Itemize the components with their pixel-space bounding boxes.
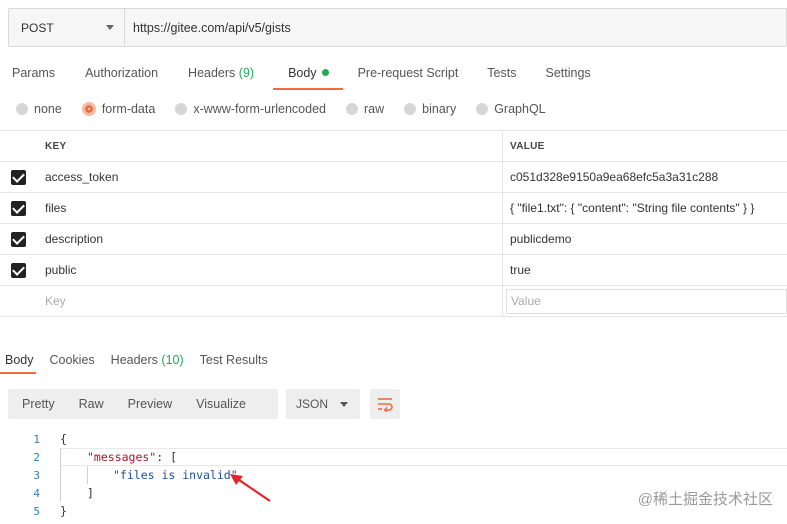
chevron-down-icon bbox=[106, 25, 114, 30]
table-row-empty: Key Value bbox=[0, 286, 787, 317]
tab-params[interactable]: Params bbox=[12, 58, 55, 90]
watermark: @稀土掘金技术社区 bbox=[637, 491, 773, 508]
format-label: JSON bbox=[296, 397, 329, 411]
new-key-input[interactable]: Key bbox=[37, 286, 503, 316]
table-header: KEY VALUE bbox=[0, 131, 787, 162]
method-label: POST bbox=[21, 20, 54, 35]
tab-response-headers[interactable]: Headers (10) bbox=[111, 353, 184, 374]
row-checkbox[interactable] bbox=[11, 169, 26, 185]
table-row: files { "file1.txt": { "content": "Strin… bbox=[0, 193, 787, 224]
param-key[interactable]: access_token bbox=[37, 162, 503, 192]
tab-tests[interactable]: Tests bbox=[487, 58, 516, 90]
tab-cookies[interactable]: Cookies bbox=[50, 353, 95, 374]
column-header-value: VALUE bbox=[510, 140, 545, 152]
tab-headers[interactable]: Headers (9) bbox=[188, 58, 254, 90]
param-value[interactable]: publicdemo bbox=[503, 224, 787, 254]
view-visualize-button[interactable]: Visualize bbox=[182, 397, 246, 411]
radio-binary[interactable]: binary bbox=[404, 102, 456, 116]
line-number: 2 bbox=[33, 450, 40, 464]
tab-settings[interactable]: Settings bbox=[545, 58, 590, 90]
status-dot-icon bbox=[321, 69, 329, 77]
row-checkbox[interactable] bbox=[11, 262, 26, 278]
row-checkbox[interactable] bbox=[11, 231, 26, 247]
request-tabs: Params Authorization Headers (9) Body Pr… bbox=[0, 58, 591, 90]
url-input[interactable]: https://gitee.com/api/v5/gists bbox=[125, 9, 786, 46]
tab-authorization[interactable]: Authorization bbox=[85, 58, 158, 90]
request-bar: POST https://gitee.com/api/v5/gists bbox=[8, 8, 787, 47]
radio-icon bbox=[404, 103, 417, 115]
indent-guide bbox=[60, 448, 61, 502]
tab-test-results[interactable]: Test Results bbox=[200, 353, 268, 374]
response-tabs: Body Cookies Headers (10) Test Results bbox=[0, 353, 284, 374]
radio-icon bbox=[175, 103, 188, 115]
tab-body[interactable]: Body bbox=[273, 58, 342, 90]
table-row: public true bbox=[0, 255, 787, 286]
response-view-toolbar: Pretty Raw Preview Visualize bbox=[8, 389, 278, 419]
param-key[interactable]: description bbox=[37, 224, 503, 254]
view-preview-button[interactable]: Preview bbox=[114, 397, 172, 411]
tab-response-body[interactable]: Body bbox=[0, 353, 35, 374]
radio-raw[interactable]: raw bbox=[346, 102, 384, 116]
method-select[interactable]: POST bbox=[9, 9, 125, 46]
wrap-lines-icon bbox=[378, 398, 393, 412]
json-string: "files is invalid" bbox=[113, 468, 238, 482]
chevron-down-icon bbox=[340, 401, 348, 407]
radio-icon bbox=[476, 103, 489, 115]
radio-form-data[interactable]: form-data bbox=[81, 102, 155, 116]
view-pretty-button[interactable]: Pretty bbox=[8, 397, 55, 411]
wrap-lines-button[interactable] bbox=[370, 389, 400, 419]
form-data-table: KEY VALUE access_token c051d328e9150a9ea… bbox=[0, 130, 787, 317]
param-key[interactable]: public bbox=[37, 255, 503, 285]
view-raw-button[interactable]: Raw bbox=[65, 397, 104, 411]
format-select[interactable]: JSON bbox=[286, 389, 360, 419]
line-number: 3 bbox=[33, 468, 40, 482]
param-value[interactable]: { "file1.txt": { "content": "String file… bbox=[503, 193, 787, 223]
radio-graphql[interactable]: GraphQL bbox=[476, 102, 546, 116]
json-key: "messages" bbox=[87, 450, 157, 464]
tab-pre-request-script[interactable]: Pre-request Script bbox=[358, 58, 459, 90]
column-header-key: KEY bbox=[37, 131, 503, 161]
code-line: 1 { bbox=[0, 430, 787, 448]
line-number: 5 bbox=[33, 504, 40, 518]
radio-icon bbox=[346, 103, 358, 115]
code-line: 2 "messages": [ bbox=[0, 448, 787, 466]
red-arrow-annotation bbox=[230, 474, 271, 502]
radio-selected-icon bbox=[81, 102, 96, 116]
param-key[interactable]: files bbox=[37, 193, 503, 223]
param-value[interactable]: c051d328e9150a9ea68efc5a3a31c288 bbox=[503, 162, 787, 192]
line-number: 1 bbox=[33, 432, 40, 446]
table-row: access_token c051d328e9150a9ea68efc5a3a3… bbox=[0, 162, 787, 193]
table-row: description publicdemo bbox=[0, 224, 787, 255]
row-checkbox[interactable] bbox=[11, 200, 26, 216]
new-value-input[interactable]: Value bbox=[506, 288, 787, 314]
param-value[interactable]: true bbox=[503, 255, 787, 285]
line-number: 4 bbox=[33, 486, 40, 500]
body-type-group: none form-data x-www-form-urlencoded raw… bbox=[16, 102, 566, 116]
code-line: 3 "files is invalid" bbox=[0, 466, 787, 484]
response-headers-count: (10) bbox=[161, 353, 184, 367]
radio-icon bbox=[16, 103, 28, 115]
radio-none[interactable]: none bbox=[16, 102, 62, 116]
radio-urlencoded[interactable]: x-www-form-urlencoded bbox=[175, 102, 326, 116]
headers-count: (9) bbox=[238, 66, 255, 80]
indent-guide bbox=[87, 466, 88, 484]
